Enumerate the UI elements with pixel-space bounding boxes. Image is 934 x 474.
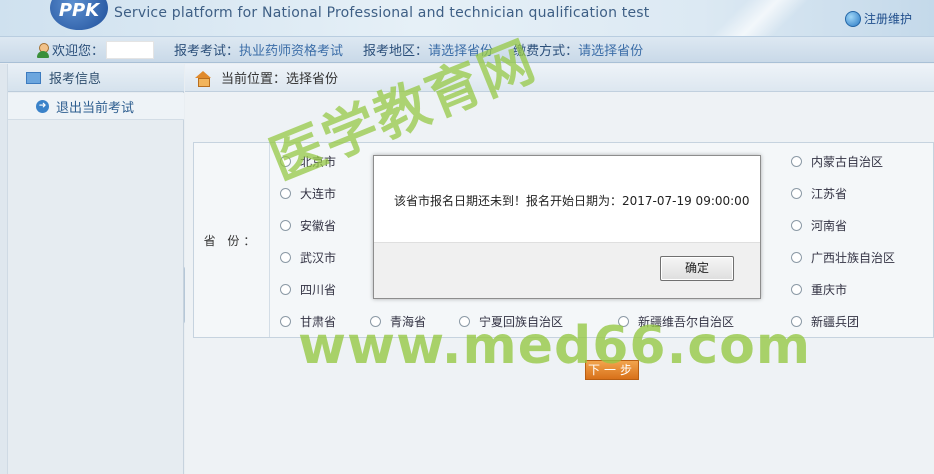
site-logo: PPK (50, 0, 108, 30)
exam-label: 报考考试： (174, 44, 240, 59)
radio-button[interactable] (791, 220, 802, 231)
province-label: 省 份： (194, 143, 270, 337)
sidebar-item-label: 退出当前考试 (56, 100, 135, 116)
globe-icon (844, 10, 861, 27)
user-icon (36, 42, 50, 58)
radio-button[interactable] (791, 252, 802, 263)
alert-dialog: 该省市报名日期还未到！报名开始日期为：2017-07-19 09:00:00 确… (373, 155, 761, 299)
site-subtitle: Service platform for National Profession… (114, 5, 650, 21)
alert-message: 该省市报名日期还未到！报名开始日期为：2017-07-19 09:00:00 (394, 194, 750, 208)
sidebar-edge (0, 64, 8, 474)
radio-button[interactable] (280, 316, 291, 327)
breadcrumb: 当前位置：选择省份 (185, 64, 934, 92)
radio-button[interactable] (791, 188, 802, 199)
radio-button[interactable] (280, 284, 291, 295)
radio-button[interactable] (280, 220, 291, 231)
province-option[interactable]: 重庆市 (791, 281, 847, 298)
province-name: 大连市 (300, 187, 337, 201)
sidebar: 报考信息 ➜ 退出当前考试 (0, 64, 184, 474)
province-name: 四川省 (300, 283, 337, 297)
radio-button[interactable] (791, 284, 802, 295)
province-name: 重庆市 (811, 283, 848, 297)
breadcrumb-text: 当前位置：选择省份 (221, 72, 339, 87)
register-maintain-link[interactable]: 注册维护 (844, 10, 912, 27)
province-name: 内蒙古自治区 (811, 155, 884, 169)
radio-button[interactable] (280, 252, 291, 263)
sidebar-header-label: 报考信息 (49, 72, 102, 87)
redacted-username (106, 40, 155, 59)
sidebar-item-exit-exam[interactable]: ➜ 退出当前考试 (8, 93, 184, 120)
province-option[interactable]: 四川省 (280, 281, 336, 298)
province-name: 新疆兵团 (811, 315, 860, 329)
province-option[interactable]: 内蒙古自治区 (791, 153, 883, 170)
welcome-item: 欢迎您： (52, 40, 155, 59)
province-name: 安徽省 (300, 219, 337, 233)
province-option[interactable]: 广西壮族自治区 (791, 249, 895, 266)
ok-button[interactable]: 确定 (660, 256, 734, 281)
province-option[interactable]: 安徽省 (280, 217, 336, 234)
province-name: 广西壮族自治区 (811, 251, 896, 265)
payment-value: 请选择省份 (578, 44, 644, 59)
radio-button[interactable] (791, 156, 802, 167)
province-option[interactable]: 河南省 (791, 217, 847, 234)
province-option[interactable]: 武汉市 (280, 249, 336, 266)
header-banner: PPK Service platform for National Profes… (0, 0, 934, 36)
province-name: 江苏省 (811, 187, 848, 201)
sidebar-header[interactable]: 报考信息 (8, 64, 184, 92)
province-option[interactable]: 江苏省 (791, 185, 847, 202)
payment-item: 缴费方式： 请选择省份 (513, 40, 643, 59)
arrow-right-icon: ➜ (36, 99, 49, 113)
home-icon (195, 70, 211, 87)
banner-decoration (700, 0, 820, 36)
province-name: 河南省 (811, 219, 848, 233)
alert-footer: 确定 (374, 242, 760, 298)
province-name: 武汉市 (300, 251, 337, 265)
exam-item: 报考考试： 执业药师资格考试 (174, 40, 343, 59)
register-maintain-label: 注册维护 (863, 12, 912, 26)
welcome-label: 欢迎您： (52, 44, 105, 59)
exam-value: 执业药师资格考试 (239, 44, 344, 59)
panel-icon (26, 71, 41, 84)
watermark-url: www.med66.com (298, 316, 812, 376)
